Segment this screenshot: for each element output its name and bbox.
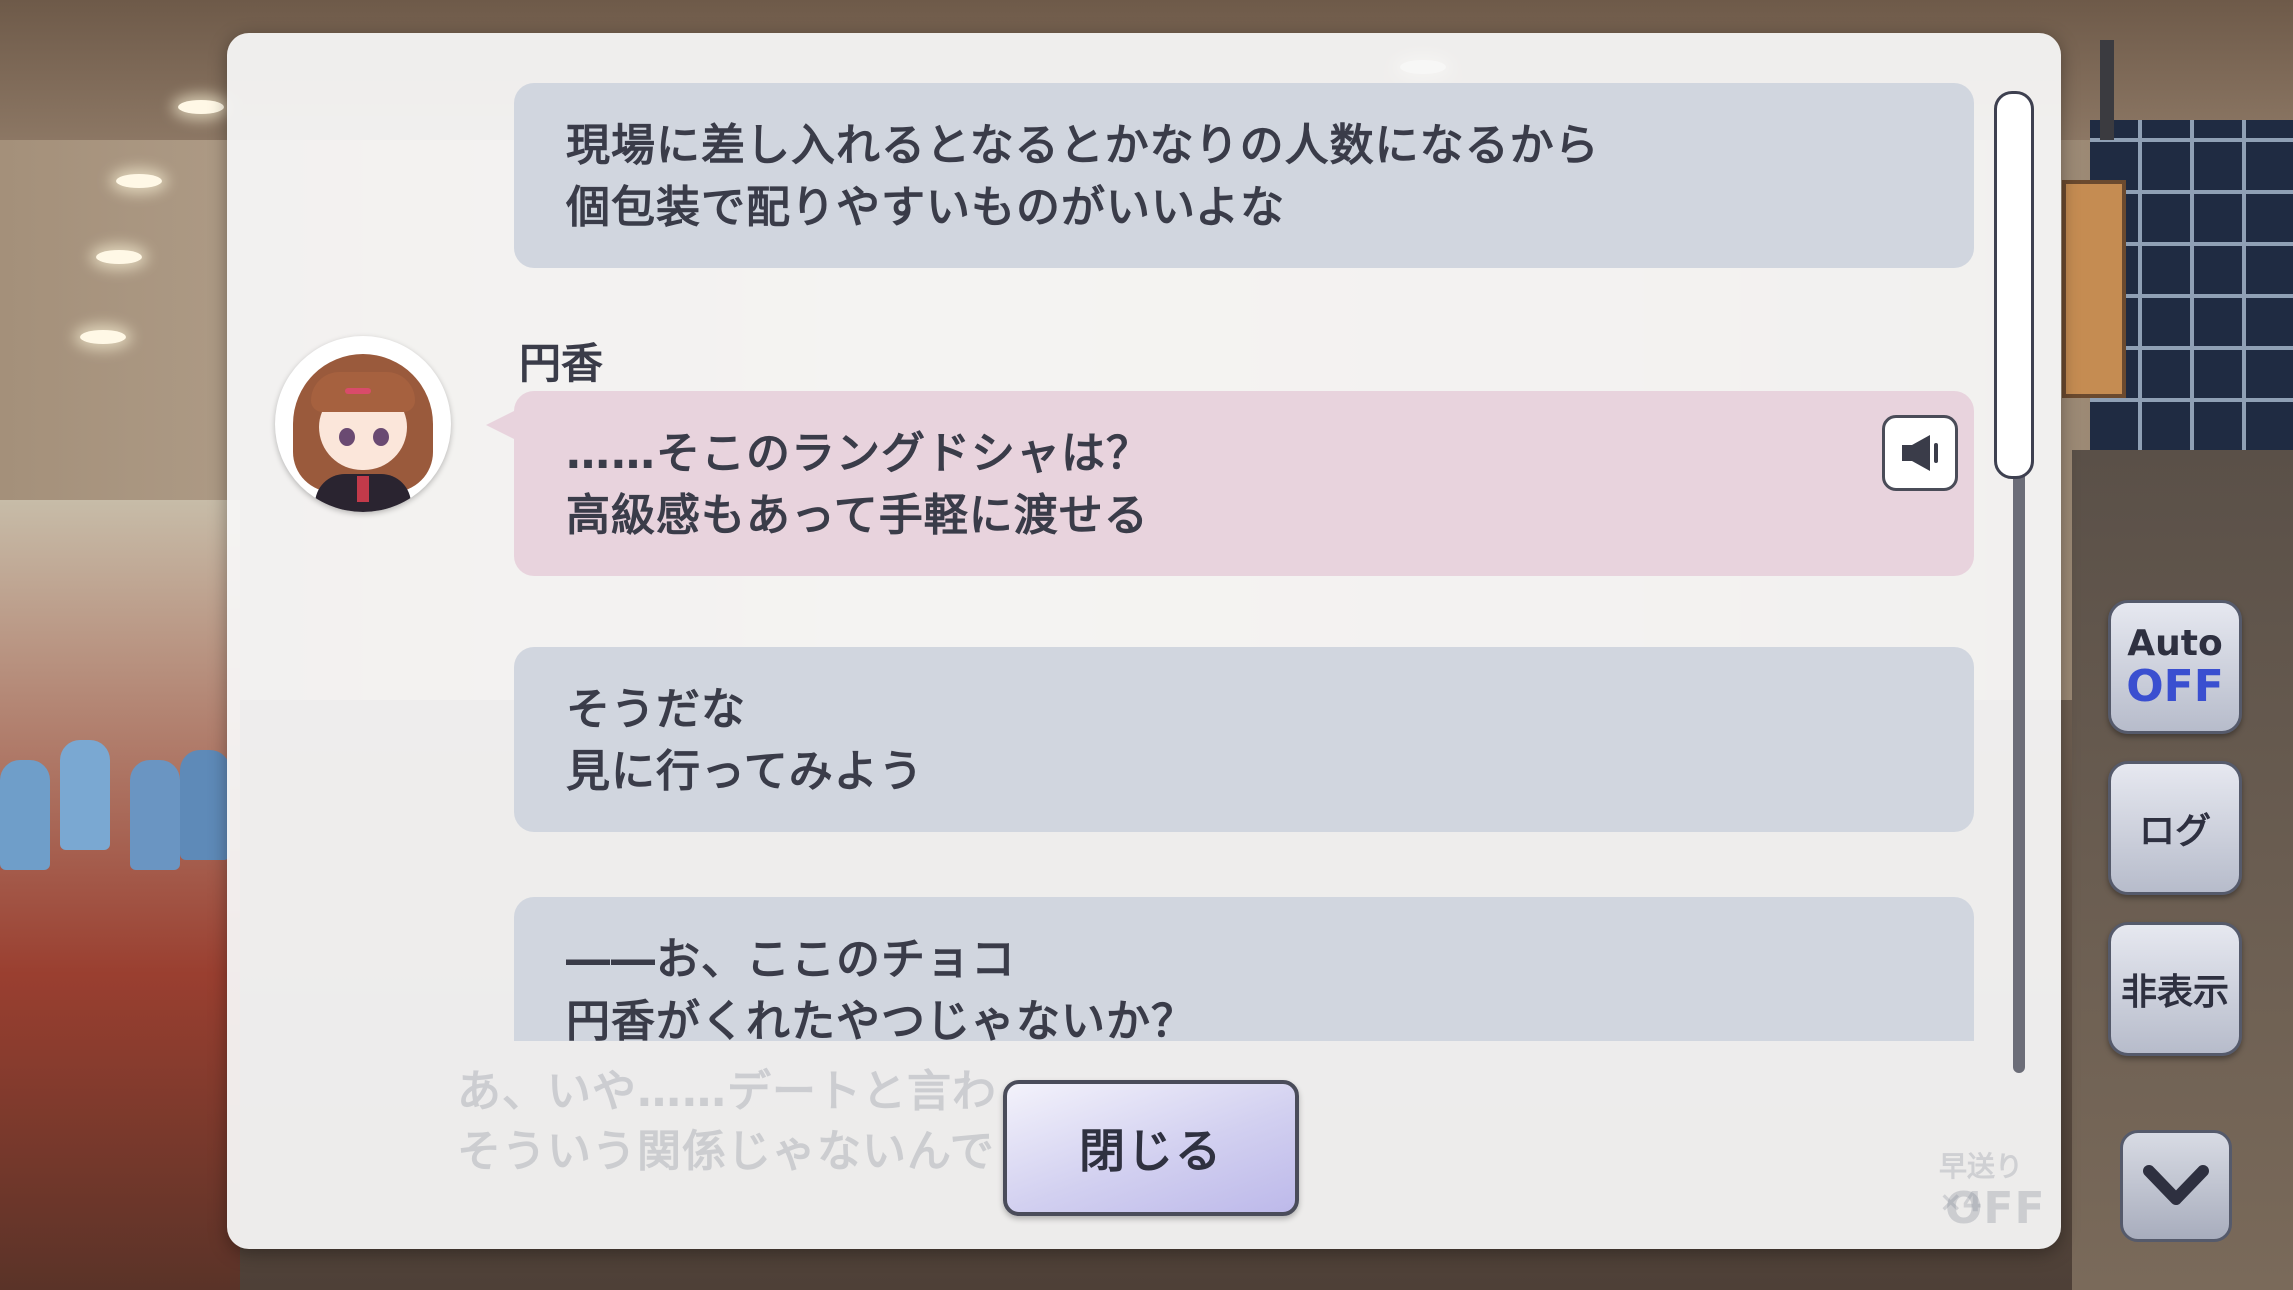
log-entry-line: ――お、ここのチョコ: [566, 934, 1016, 985]
log-list[interactable]: 現場に差し入れるとなるとかなりの人数になるから 個包装で配りやすいものがいいよな…: [227, 33, 2061, 1041]
log-entry-voiced: ……そこのラングドシャは？ 高級感もあって手軽に渡せる: [486, 391, 1974, 576]
log-entry-line: 現場に差し入れるとなるとかなりの人数になるから: [566, 120, 1600, 171]
fast-forward-state: OFF: [1945, 1183, 2046, 1234]
log-modal: あ、いや……デートと言わ そういう関係じゃないんで 早送り×4 OFF 現場に差…: [227, 33, 2061, 1249]
auto-label: Auto: [2127, 623, 2223, 664]
log-entry-line: 円香がくれたやつじゃないか？: [566, 996, 1196, 1041]
chevron-down-icon: [2143, 1165, 2209, 1205]
auto-state: OFF: [2126, 661, 2224, 712]
log-entry-line: 個包装で配りやすいものがいいよな: [566, 182, 1286, 233]
background-dialog-line-2: そういう関係じゃないんで: [457, 1126, 995, 1177]
log-button[interactable]: ログ: [2108, 761, 2242, 895]
auto-toggle-button[interactable]: Auto OFF: [2108, 600, 2242, 734]
speaker-icon: [1902, 435, 1938, 471]
close-button-label: 閉じる: [1079, 1124, 1223, 1178]
log-entry: 現場に差し入れるとなるとかなりの人数になるから 個包装で配りやすいものがいいよな: [514, 83, 1974, 268]
hide-ui-button-label: 非表示: [2120, 972, 2229, 1013]
advance-button[interactable]: [2120, 1130, 2232, 1242]
log-entry-line: ……そこのラングドシャは？: [566, 428, 1151, 479]
log-scrollbar-thumb[interactable]: [1994, 91, 2034, 479]
hide-ui-button[interactable]: 非表示: [2108, 922, 2242, 1056]
log-entry-line: 見に行ってみよう: [566, 746, 924, 797]
speaker-avatar: [275, 336, 451, 512]
log-entry-line: 高級感もあって手軽に渡せる: [566, 490, 1149, 541]
log-entry: ――お、ここのチョコ 円香がくれたやつじゃないか？: [514, 897, 1974, 1041]
log-entry: そうだな 見に行ってみよう: [514, 647, 1974, 832]
close-button[interactable]: 閉じる: [1003, 1080, 1299, 1216]
speaker-name: 円香: [519, 339, 604, 388]
log-entry-line: そうだな: [566, 684, 746, 735]
background-dialog-line-1: あ、いや……デートと言わ: [457, 1066, 997, 1117]
log-button-label: ログ: [2138, 811, 2211, 852]
voice-replay-button[interactable]: [1882, 415, 1958, 491]
